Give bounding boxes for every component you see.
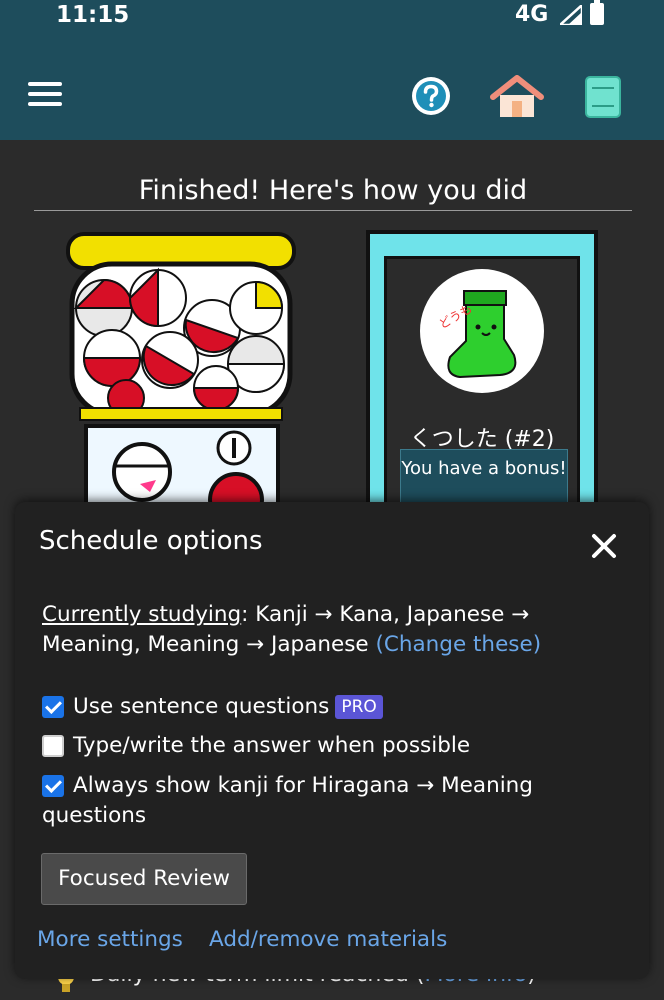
gacha-machine-illustration	[66, 232, 296, 508]
close-icon[interactable]	[590, 532, 618, 560]
status-time: 11:15	[56, 2, 130, 28]
schedule-options-sheet: Schedule options Currently studying: Kan…	[15, 502, 649, 979]
help-icon[interactable]	[412, 77, 450, 115]
app-bar	[0, 30, 664, 140]
more-settings-link[interactable]: More settings	[37, 927, 183, 952]
battery-icon	[590, 0, 604, 25]
sheet-title: Schedule options	[39, 526, 263, 556]
results-title: Finished! Here's how you did	[138, 175, 528, 206]
change-these-link[interactable]: (Change these)	[375, 632, 541, 657]
home-icon[interactable]	[490, 75, 544, 119]
option-label: Type/write the answer when possible	[73, 733, 471, 758]
network-type: 4G	[515, 2, 549, 27]
sock-image: どうも	[420, 269, 544, 393]
signal-icon	[560, 5, 582, 25]
pro-badge: PRO	[335, 695, 383, 719]
add-remove-materials-link[interactable]: Add/remove materials	[209, 927, 447, 952]
currently-studying: Currently studying: Kanji → Kana, Japane…	[42, 600, 632, 660]
book-icon[interactable]	[584, 75, 622, 119]
menu-icon[interactable]	[28, 82, 62, 110]
type-answer-checkbox[interactable]	[42, 735, 64, 757]
sentence-questions-checkbox[interactable]	[42, 696, 64, 718]
status-bar: 11:15 4G	[0, 0, 664, 30]
focused-review-button[interactable]: Focused Review	[41, 853, 247, 905]
reward-card: どうも くつした (#2) You have a bonus!	[366, 230, 598, 520]
show-kanji-checkbox[interactable]	[42, 775, 64, 797]
title-divider	[34, 210, 632, 211]
option-label: Use sentence questions	[73, 694, 330, 719]
option-label: Always show kanji for Hiragana → Meaning	[73, 773, 533, 798]
studying-label: Currently studying	[42, 602, 242, 627]
option-label-line2: questions	[42, 803, 147, 828]
